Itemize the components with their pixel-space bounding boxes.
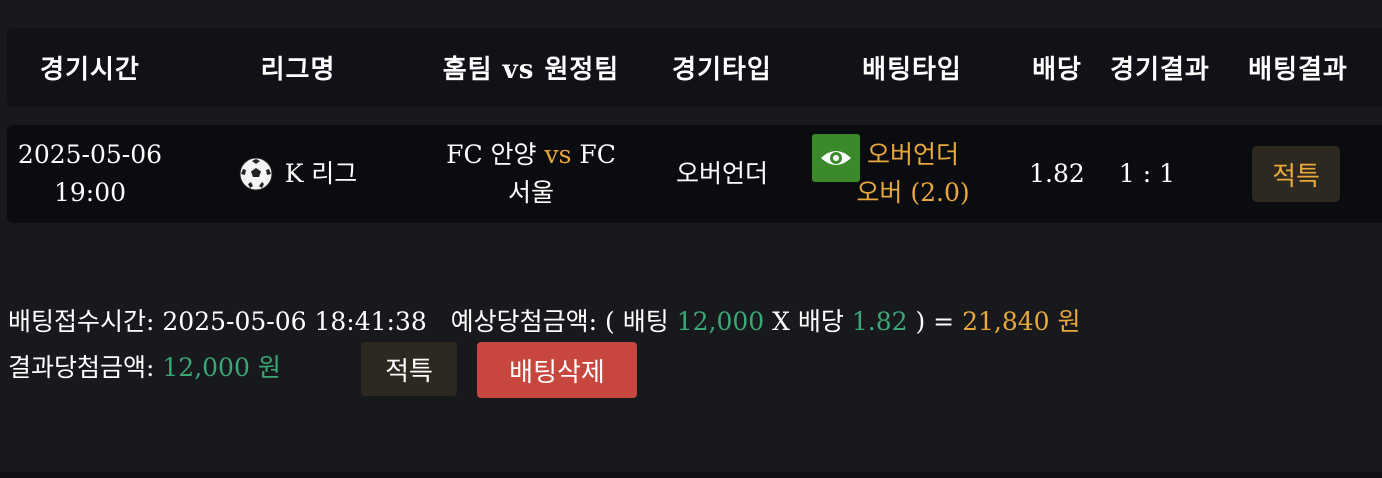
header-teams: 홈팀 vs 원정팀: [442, 55, 620, 85]
close-eq: ) =: [915, 307, 955, 336]
result-status-button[interactable]: 적특: [361, 342, 457, 396]
header-bet-result: 배팅결과: [1248, 55, 1348, 85]
received-time: 2025-05-06 18:41:38: [162, 307, 427, 336]
summary-line-2: 결과당첨금액: 12,000 원: [8, 348, 281, 384]
soccer-ball-icon: [239, 157, 273, 191]
bet-result-badge: 적특: [1252, 146, 1340, 202]
league-cell: K 리그: [203, 125, 393, 223]
away-team: FC: [579, 140, 616, 169]
away-team-line2: 서울: [507, 178, 554, 207]
result-label: 결과당첨금액:: [8, 353, 155, 382]
match-time: 2025-05-06 19:00: [7, 125, 173, 223]
bet-pick: 오버 (2.0): [856, 178, 970, 207]
bet-amount: 12,000: [676, 307, 765, 336]
bet-type-label: 오버언더: [866, 140, 959, 169]
view-detail-button[interactable]: [812, 134, 860, 182]
match-clock: 19:00: [53, 178, 127, 207]
bet-type-cell: 오버언더 오버 (2.0): [855, 125, 971, 223]
expected-amount: 21,840 원: [962, 307, 1081, 336]
header-match-result: 경기결과: [1110, 55, 1210, 85]
eye-icon: [821, 151, 851, 165]
header-bet-type: 배팅타입: [862, 55, 962, 85]
header-time: 경기시간: [40, 55, 140, 85]
summary-line-1: 배팅접수시간: 2025-05-06 18:41:38 예상당첨금액: ( 배팅…: [8, 302, 1081, 338]
times-sign: X: [772, 307, 790, 336]
odds-amount: 1.82: [851, 307, 908, 336]
table-header: 경기시간 리그명 홈팀 vs 원정팀 경기타입 배팅타입 배당 경기결과 배팅결…: [7, 28, 1382, 107]
header-league: 리그명: [260, 55, 336, 85]
header-odds: 배당: [1032, 55, 1082, 85]
match-result: 1 : 1: [1118, 159, 1176, 188]
odds-label: 배당: [797, 307, 844, 336]
received-label: 배팅접수시간:: [8, 307, 155, 336]
league-name: K 리그: [284, 159, 358, 188]
vs-label: vs: [544, 140, 572, 169]
expected-label: 예상당첨금액:: [450, 307, 598, 336]
divider: [0, 472, 1382, 478]
match-type: 오버언더: [675, 159, 768, 188]
home-team: FC 안양: [446, 140, 537, 169]
open-paren: (: [605, 307, 615, 336]
bet-label: 배팅: [622, 307, 669, 336]
bet-row: 2025-05-06 19:00 K 리그 FC 안양 vs FC 서울 오버언…: [7, 125, 1382, 223]
odds-value: 1.82: [1029, 159, 1085, 188]
teams-cell: FC 안양 vs FC 서울: [427, 125, 635, 223]
match-date: 2025-05-06: [17, 140, 163, 169]
delete-bet-button[interactable]: 배팅삭제: [477, 342, 637, 398]
result-amount: 12,000 원: [162, 353, 281, 382]
header-match-type: 경기타입: [672, 55, 772, 85]
